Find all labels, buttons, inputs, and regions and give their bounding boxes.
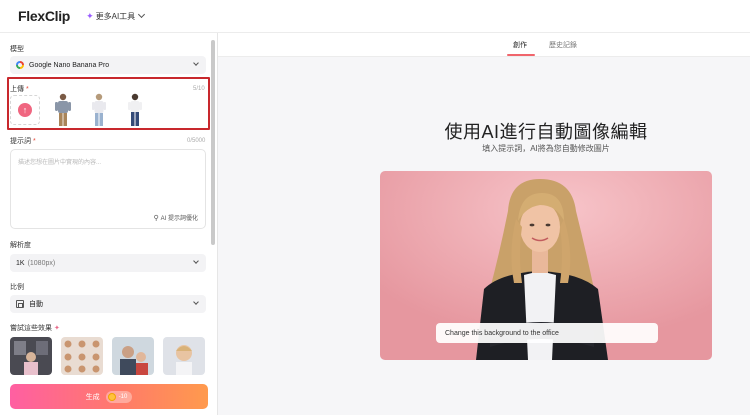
generate-label: 生成 — [85, 393, 100, 401]
generate-button[interactable]: 生成 -10 — [10, 384, 208, 409]
prompt-textarea[interactable]: 描述您想在圖片中實現的內容... ⚲ AI 提示詞優化 — [10, 149, 206, 229]
chevron-down-icon — [138, 10, 146, 19]
aspect-ratio-icon — [16, 300, 24, 308]
credit-cost: -10 — [118, 393, 128, 400]
prompt-placeholder: 描述您想在圖片中實現的內容... — [18, 160, 102, 166]
resolution-sub: (1080px) — [27, 259, 56, 267]
tab-create[interactable]: 創作 — [513, 40, 527, 50]
effect-thumb[interactable] — [10, 337, 52, 375]
effect-thumb[interactable] — [112, 337, 154, 375]
effects-label: 嘗試這些效果 ✦ — [10, 325, 60, 332]
coin-icon — [107, 392, 116, 401]
page-subtitle: 填入提示詞，AI將為您自動修改圖片 — [482, 144, 610, 153]
uploaded-image-thumb[interactable] — [122, 92, 148, 128]
upload-label: 上傳 * — [10, 86, 29, 93]
effects-gallery — [10, 337, 205, 375]
flexclip-logo[interactable]: FlexClip — [18, 8, 70, 24]
tab-history[interactable]: 歷史記錄 — [549, 40, 577, 50]
resolution-label: 解析度 — [10, 242, 31, 249]
effect-thumb[interactable] — [163, 337, 205, 375]
logo-text: FlexClip — [18, 8, 71, 24]
uploaded-image-thumb[interactable] — [50, 92, 76, 128]
ratio-select[interactable]: 自動 — [10, 295, 206, 313]
upload-button[interactable]: ↑ — [10, 95, 40, 125]
model-label: 模型 — [10, 46, 24, 53]
prompt-count: 0/5000 — [187, 138, 206, 144]
uploaded-image-thumb[interactable] — [86, 92, 112, 128]
prompt-label: 提示詞 * — [10, 138, 36, 145]
google-icon — [16, 61, 24, 69]
ai-optimize-label: AI 提示詞優化 — [160, 216, 198, 222]
sample-prompt-chip: Change this background to the office — [436, 323, 658, 343]
upload-count: 5/10 — [193, 86, 205, 92]
model-value: Google Nano Banana Pro — [29, 61, 110, 69]
chevron-down-icon — [193, 258, 199, 264]
credit-cost-badge: -10 — [105, 390, 133, 403]
active-tab-indicator — [507, 54, 535, 56]
upload-arrow-icon: ↑ — [18, 103, 32, 117]
magic-wand-icon: ⚲ — [153, 214, 159, 222]
effect-thumb[interactable] — [61, 337, 103, 375]
tab-bar — [218, 33, 750, 57]
ratio-value: 自動 — [29, 301, 43, 308]
page-title: 使用AI進行自動圖像編輯 — [444, 122, 648, 142]
more-ai-tools-label: 更多AI工具 — [95, 11, 136, 21]
ai-prompt-optimize-button[interactable]: ⚲ AI 提示詞優化 — [153, 213, 198, 223]
chevron-down-icon — [193, 60, 199, 66]
chevron-down-icon — [193, 299, 199, 305]
more-ai-tools-menu[interactable]: ✦ 更多AI工具 — [86, 10, 146, 22]
sparkle-icon: ✦ — [86, 10, 94, 21]
resolution-value: 1K — [16, 259, 25, 267]
left-panel-scrollbar[interactable] — [211, 40, 215, 245]
top-bar: FlexClip ✦ 更多AI工具 — [0, 0, 750, 33]
model-select[interactable]: Google Nano Banana Pro — [10, 56, 206, 74]
resolution-select[interactable]: 1K (1080px) — [10, 254, 206, 272]
ratio-label: 比例 — [10, 284, 24, 291]
